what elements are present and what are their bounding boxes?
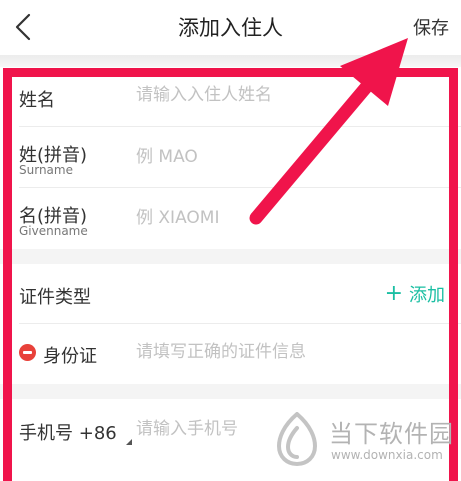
watermark-logo-icon: [276, 412, 318, 466]
id-type-row: 证件类型 + 添加: [0, 264, 461, 324]
name-row: 姓名: [0, 67, 461, 127]
phone-label-text: 手机号: [19, 423, 73, 444]
id-card-row: 身份证: [0, 324, 461, 384]
id-card-label: 身份证: [43, 346, 97, 367]
plus-icon: +: [384, 281, 403, 306]
add-id-label: 添加: [409, 285, 445, 306]
surname-sublabel: Surname: [19, 163, 73, 177]
name-label: 姓名: [19, 90, 55, 111]
watermark-name: 当下软件园: [329, 420, 454, 448]
phone-label: 手机号 +86: [19, 419, 133, 445]
header-divider: [0, 55, 461, 67]
surname-row: 姓(拼音) Surname: [0, 127, 461, 188]
caret-down-icon[interactable]: [126, 439, 133, 445]
givenname-sublabel: Givenname: [19, 224, 88, 238]
save-button[interactable]: 保存: [413, 14, 449, 40]
watermark: 当下软件园 www.downxia.com: [273, 410, 453, 470]
country-code[interactable]: +86: [79, 423, 117, 444]
minus-circle-icon[interactable]: [19, 344, 36, 361]
surname-input[interactable]: [136, 147, 441, 167]
add-id-button[interactable]: + 添加: [385, 281, 445, 307]
page-title: 添加入住人: [178, 16, 283, 40]
givenname-input[interactable]: [136, 208, 441, 228]
name-input[interactable]: [136, 85, 441, 105]
top-bar: 添加入住人 保存: [0, 0, 461, 55]
watermark-url: www.downxia.com: [331, 448, 443, 462]
id-number-input[interactable]: [136, 342, 441, 362]
id-type-label: 证件类型: [19, 287, 91, 308]
givenname-row: 名(拼音) Givenname: [0, 188, 461, 249]
